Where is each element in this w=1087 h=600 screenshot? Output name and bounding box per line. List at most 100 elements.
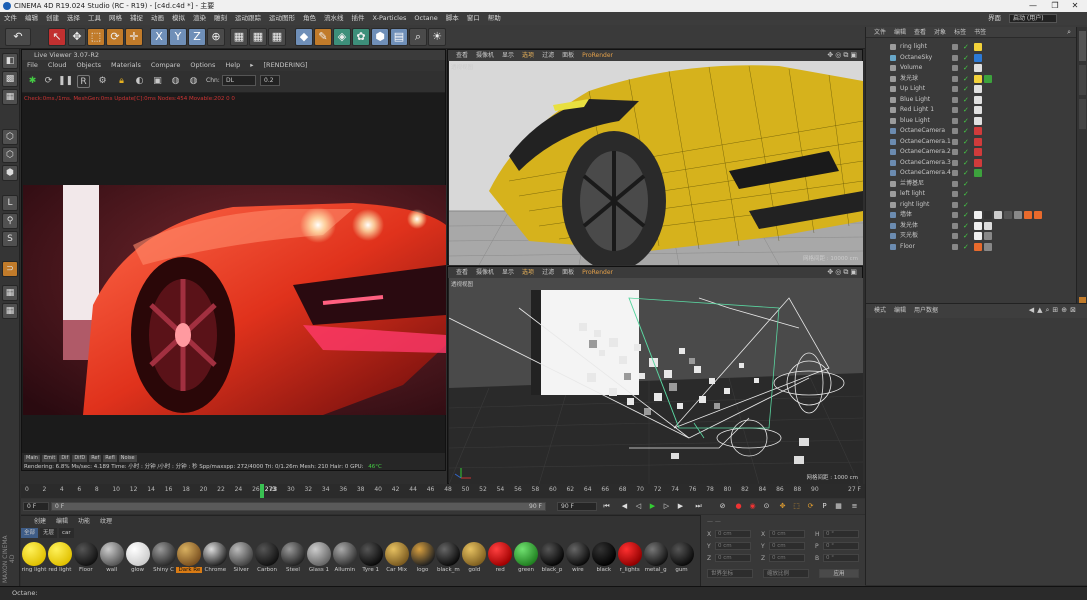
object-manager-menu-item[interactable]: 编辑 bbox=[890, 27, 910, 38]
visibility-dots[interactable] bbox=[952, 159, 958, 166]
camera-object-icon[interactable]: ⌕ bbox=[409, 28, 427, 46]
object-name[interactable]: Volume bbox=[900, 63, 922, 74]
enabled-check-icon[interactable]: ✓ bbox=[963, 231, 969, 242]
apply-button[interactable]: 应用 bbox=[819, 569, 859, 578]
menu-item[interactable]: 网格 bbox=[105, 12, 126, 25]
object-name[interactable]: OctaneCamera bbox=[900, 126, 945, 137]
tag-icon[interactable] bbox=[974, 43, 982, 51]
enabled-check-icon[interactable]: ✓ bbox=[963, 189, 969, 200]
object-name[interactable]: OctaneCamera.4 bbox=[900, 168, 951, 179]
object-name[interactable]: OctaneCamera.2 bbox=[900, 147, 951, 158]
viewport-menu-item[interactable]: 选项 bbox=[518, 267, 538, 278]
coord-field[interactable]: 0 ° bbox=[823, 554, 859, 562]
material-name[interactable]: wall bbox=[99, 567, 125, 573]
render-pass-chip[interactable]: Ref bbox=[89, 455, 102, 462]
object-manager-menu-item[interactable]: 对象 bbox=[930, 27, 950, 38]
object-name[interactable]: left light bbox=[900, 189, 925, 200]
material-ball[interactable] bbox=[203, 542, 228, 566]
planar-workplane-icon[interactable]: ▦ bbox=[2, 303, 18, 319]
pen-spline-icon[interactable]: ✎ bbox=[314, 28, 332, 46]
material-name[interactable]: Shiny C bbox=[151, 567, 177, 573]
lock-icon[interactable]: 🔒︎ bbox=[115, 75, 128, 88]
enabled-check-icon[interactable]: ✓ bbox=[963, 63, 969, 74]
objects-tab[interactable] bbox=[1079, 31, 1086, 61]
render-pass-chip[interactable]: Refl bbox=[103, 455, 117, 462]
timeline-menu-icon[interactable]: ≡ bbox=[849, 501, 860, 512]
size-mode-select[interactable]: 缩放比例 bbox=[763, 569, 809, 578]
tag-icon[interactable] bbox=[974, 148, 982, 156]
viewport-menu-item[interactable]: 显示 bbox=[498, 267, 518, 278]
menu-item[interactable]: 脚本 bbox=[442, 12, 463, 25]
region-render-icon[interactable]: ▣ bbox=[151, 75, 164, 88]
material-name[interactable]: r_lights bbox=[617, 567, 643, 573]
enabled-check-icon[interactable]: ✓ bbox=[963, 147, 969, 158]
enabled-check-icon[interactable]: ✓ bbox=[963, 53, 969, 64]
menu-item[interactable]: 模拟 bbox=[168, 12, 189, 25]
material-name[interactable]: Silver bbox=[228, 567, 254, 573]
previous-frame-icon[interactable]: ◁ bbox=[633, 501, 644, 512]
menu-item[interactable]: 流水线 bbox=[320, 12, 348, 25]
visibility-dots[interactable] bbox=[952, 201, 958, 208]
material-ball[interactable] bbox=[462, 542, 487, 566]
render-picture-viewer-icon[interactable]: ▦ bbox=[249, 28, 267, 46]
material-name[interactable]: metal_g bbox=[643, 567, 669, 573]
enabled-check-icon[interactable]: ✓ bbox=[963, 158, 969, 169]
coord-field[interactable]: 0 cm bbox=[715, 542, 751, 550]
tag-icon[interactable] bbox=[984, 221, 992, 230]
tag-icon[interactable] bbox=[994, 211, 1002, 219]
visibility-dots[interactable] bbox=[952, 212, 958, 218]
visibility-dots[interactable] bbox=[952, 180, 958, 187]
viewport-top-nav-icons[interactable]: ✥◎⧉▣ bbox=[827, 50, 859, 61]
viewport-menu-item[interactable]: 选项 bbox=[518, 50, 538, 61]
object-name[interactable]: right light bbox=[900, 200, 929, 211]
viewport-menu-item[interactable]: 摄像机 bbox=[472, 267, 498, 278]
coord-field[interactable]: 0 ° bbox=[823, 530, 859, 538]
range-slider[interactable]: 0 F 90 F bbox=[51, 502, 546, 511]
axis-mode-icon[interactable]: L bbox=[2, 195, 18, 211]
tag-icon[interactable] bbox=[984, 242, 992, 251]
pla-key-icon[interactable]: ▦ bbox=[833, 501, 844, 512]
material-ball[interactable] bbox=[229, 542, 254, 566]
material-name[interactable]: green bbox=[513, 567, 539, 573]
render-pass-chip[interactable]: Main bbox=[24, 455, 40, 462]
object-manager-menu-item[interactable]: 标签 bbox=[950, 27, 970, 38]
tag-icon[interactable] bbox=[974, 242, 982, 251]
material-name[interactable]: ring light bbox=[21, 567, 47, 573]
material-ball[interactable] bbox=[281, 542, 305, 566]
menu-item[interactable]: 雕刻 bbox=[210, 12, 231, 25]
object-name[interactable]: 发光球 bbox=[900, 74, 918, 85]
object-row[interactable]: 灭光板 ✓ bbox=[866, 231, 1076, 242]
material-name[interactable]: Tyre 1 bbox=[358, 567, 384, 573]
material-name[interactable]: logo bbox=[410, 567, 436, 573]
enabled-check-icon[interactable]: ✓ bbox=[963, 200, 969, 211]
tag-icon[interactable] bbox=[984, 211, 992, 219]
material-ball[interactable] bbox=[177, 542, 202, 566]
clay-mode-icon[interactable]: ◐ bbox=[133, 75, 146, 88]
pause-render-icon[interactable]: ❚❚ bbox=[58, 75, 73, 88]
object-name[interactable]: Blue Light bbox=[900, 95, 930, 106]
enabled-check-icon[interactable]: ✓ bbox=[963, 95, 969, 106]
object-manager-menu-item[interactable]: 书签 bbox=[970, 27, 990, 38]
visibility-dots[interactable] bbox=[952, 54, 958, 61]
coord-field[interactable]: 0 cm bbox=[715, 554, 751, 562]
object-row[interactable]: 发光球 ✓ bbox=[866, 74, 1076, 85]
live-viewer-menu-item[interactable]: Options bbox=[185, 60, 220, 71]
lock-workplane-icon[interactable]: ▦ bbox=[2, 285, 18, 301]
undo-button[interactable]: ↶ bbox=[5, 28, 31, 46]
render-pass-chip[interactable]: Emit bbox=[41, 455, 58, 462]
move-icon[interactable]: ✥ bbox=[68, 28, 86, 46]
stop-render-icon[interactable]: R bbox=[77, 75, 90, 88]
start-frame-field[interactable]: 0 F bbox=[23, 502, 49, 511]
restart-render-icon[interactable]: ⟳ bbox=[42, 75, 55, 88]
render-pass-chip[interactable]: Noise bbox=[118, 455, 137, 462]
material-name[interactable]: Chrome bbox=[202, 567, 228, 573]
menu-item[interactable]: 窗口 bbox=[463, 12, 484, 25]
playhead[interactable] bbox=[259, 484, 264, 498]
coord-field[interactable]: 0 cm bbox=[715, 530, 751, 538]
object-row[interactable]: OctaneCamera.1 ✓ bbox=[866, 137, 1076, 148]
coord-mode-select[interactable]: 世界坐标 bbox=[707, 569, 753, 578]
viewport-menu-item[interactable]: 摄像机 bbox=[472, 50, 498, 61]
material-menu-item[interactable]: 纹理 bbox=[95, 516, 117, 528]
menu-item[interactable]: 创建 bbox=[42, 12, 63, 25]
tag-icon[interactable] bbox=[974, 221, 982, 230]
